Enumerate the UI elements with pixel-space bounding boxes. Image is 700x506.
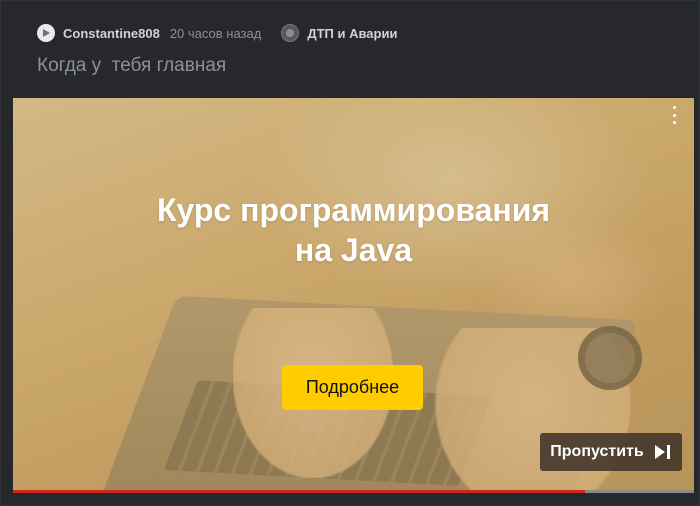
ad-headline-line1: Курс программирования [156, 192, 551, 228]
video-progress-fill [13, 490, 586, 493]
skip-ad-label: Пропустить [550, 443, 644, 460]
post-meta: Constantine808 20 часов назад ДТП и Авар… [37, 23, 397, 43]
community-icon[interactable] [281, 24, 300, 42]
video-progress-bar[interactable] [13, 490, 694, 493]
post-time: 20 часов назад [169, 25, 262, 41]
skip-next-icon [654, 444, 672, 460]
ad-headline-line2: на Java [294, 232, 413, 268]
community-link[interactable]: ДТП и Аварии [307, 26, 397, 41]
play-icon[interactable] [37, 24, 55, 42]
skip-ad-button[interactable]: Пропустить [540, 433, 682, 471]
post-title[interactable]: Когда у тебя главная [37, 55, 226, 77]
video-ad-player[interactable]: Курс программирования на Java Подробнее … [13, 98, 694, 492]
author-link[interactable]: Constantine808 [63, 26, 160, 41]
more-details-button[interactable]: Подробнее [282, 365, 423, 410]
ad-headline: Курс программирования на Java [13, 190, 694, 270]
post-card: Constantine808 20 часов назад ДТП и Авар… [0, 0, 700, 506]
kebab-menu-icon[interactable] [669, 106, 679, 124]
